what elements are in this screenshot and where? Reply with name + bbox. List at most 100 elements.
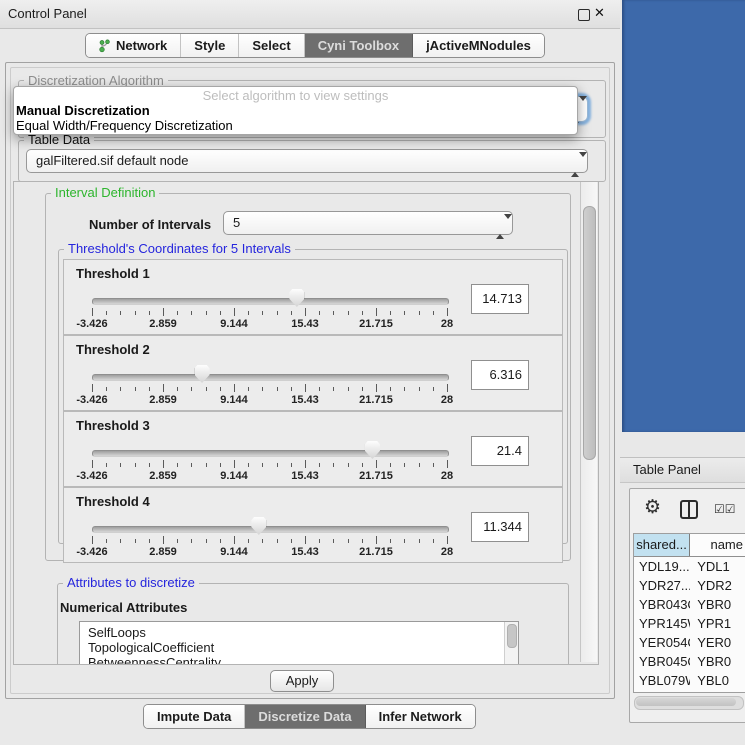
attribute-list-item[interactable]: SelfLoops	[80, 625, 505, 640]
table-row[interactable]: YBR045CYBR0	[634, 652, 745, 671]
scale-label: 2.859	[149, 394, 177, 406]
tab-network[interactable]: Network	[86, 34, 181, 57]
scale-label: 21.715	[359, 546, 393, 558]
number-of-intervals-spinner[interactable]: 5	[223, 211, 513, 235]
tick-mark	[447, 384, 448, 392]
dropdown-option-manual-discretization[interactable]: Manual Discretization	[16, 103, 150, 118]
dropdown-option-equal-width[interactable]: Equal Width/Frequency Discretization	[16, 118, 233, 133]
table-row[interactable]: YPR145WYPR1	[634, 614, 745, 633]
threshold-value-field[interactable]: 6.316	[471, 360, 529, 390]
tick-mark	[135, 539, 136, 543]
scale-label: 2.859	[149, 318, 177, 330]
tick-mark	[419, 387, 420, 391]
threshold-value-field[interactable]: 21.4	[471, 436, 529, 466]
column-selector-icon[interactable]	[680, 500, 698, 519]
scrollbar-thumb[interactable]	[583, 206, 596, 460]
table-row[interactable]: YER054CYER0	[634, 633, 745, 652]
checkbox-icons[interactable]: ☑☑	[714, 502, 736, 516]
node-table[interactable]: shared... name YDL19...YDL1YDR27...YDR2Y…	[633, 533, 745, 693]
threshold-row: Threshold 3-3.4262.8599.14415.4321.71528…	[63, 411, 563, 487]
table-panel-toolbar: ⚙ ☑☑	[630, 489, 745, 529]
slider-scale-labels: -3.4262.8599.14415.4321.71528	[92, 394, 447, 406]
tick-mark	[305, 460, 306, 468]
tick-mark	[120, 311, 121, 315]
slider-track[interactable]	[92, 526, 449, 533]
tick-mark	[333, 539, 334, 543]
table-row[interactable]: YDL19...YDL1	[634, 557, 745, 576]
tab-infer-network[interactable]: Infer Network	[366, 705, 475, 728]
tick-mark	[177, 387, 178, 391]
scale-label: 28	[441, 394, 453, 406]
table-row[interactable]: YDR27...YDR2	[634, 576, 745, 595]
tab-label: Network	[116, 34, 167, 57]
tick-mark	[319, 387, 320, 391]
combo-arrows-icon	[571, 154, 579, 176]
table-row[interactable]: YBL079WYBL0	[634, 671, 745, 690]
column-header-shared-name[interactable]: shared...	[634, 534, 690, 556]
attribute-list-item[interactable]: TopologicalCoefficient	[80, 640, 505, 655]
tick-mark	[404, 311, 405, 315]
algorithm-dropdown-popup: Select algorithm to view settings Manual…	[13, 86, 578, 135]
tab-label: jActiveMNodules	[426, 34, 531, 57]
table-horizontal-scrollbar[interactable]	[634, 696, 744, 710]
threshold-value-field[interactable]: 14.713	[471, 284, 529, 314]
cell-name: YLR3	[690, 690, 745, 693]
tab-cyni-toolbox[interactable]: Cyni Toolbox	[305, 34, 413, 57]
slider-ticks	[92, 308, 447, 317]
table-data-combobox[interactable]: galFiltered.sif default node	[26, 149, 588, 173]
tick-mark	[390, 311, 391, 315]
float-window-icon[interactable]	[578, 9, 590, 21]
table-row[interactable]: YLR345WYLR3	[634, 690, 745, 693]
table-row[interactable]: YBR043CYBR0	[634, 595, 745, 614]
slider-track[interactable]	[92, 298, 449, 305]
tab-style[interactable]: Style	[181, 34, 239, 57]
dropdown-hint: Select algorithm to view settings	[14, 88, 577, 103]
cell-name: YBR0	[690, 652, 745, 671]
scrollbar-thumb[interactable]	[636, 698, 736, 706]
scale-label: -3.426	[76, 318, 107, 330]
tab-label: Style	[194, 34, 225, 57]
slider-scale-labels: -3.4262.8599.14415.4321.71528	[92, 470, 447, 482]
numerical-attributes-list[interactable]: SelfLoopsTopologicalCoefficientBetweenne…	[79, 621, 519, 665]
tick-mark	[163, 308, 164, 316]
tick-mark	[447, 460, 448, 468]
attributes-list-scrollbar[interactable]	[504, 622, 518, 665]
tab-discretize-data[interactable]: Discretize Data	[245, 705, 365, 728]
apply-button[interactable]: Apply	[270, 670, 334, 692]
tab-jactivemnodules[interactable]: jActiveMNodules	[413, 34, 544, 57]
close-icon[interactable]: ✕	[594, 5, 605, 21]
tick-mark	[291, 387, 292, 391]
tick-mark	[362, 463, 363, 467]
tick-mark	[433, 463, 434, 467]
attribute-list-item[interactable]: BetweennessCentrality	[80, 655, 505, 665]
cell-name: YBL0	[690, 671, 745, 690]
tick-mark	[362, 539, 363, 543]
gear-icon[interactable]: ⚙	[644, 496, 661, 519]
tick-mark	[376, 536, 377, 544]
slider-track[interactable]	[92, 450, 449, 457]
scrollbar-thumb[interactable]	[507, 624, 517, 648]
tick-mark	[376, 384, 377, 392]
column-header-name[interactable]: name	[690, 534, 745, 556]
tick-mark	[319, 539, 320, 543]
tick-mark	[291, 463, 292, 467]
tick-mark	[106, 539, 107, 543]
scale-label: 9.144	[220, 470, 248, 482]
network-view-frame: GAL80GACGAL11GAL4GCY1HHAP2	[622, 0, 745, 432]
tick-mark	[206, 311, 207, 315]
tab-impute-data[interactable]: Impute Data	[144, 705, 245, 728]
spinner-arrows-icon	[496, 216, 504, 238]
settings-vertical-scrollbar[interactable]	[580, 182, 597, 662]
threshold-row: Threshold 4-3.4262.8599.14415.4321.71528…	[63, 487, 563, 563]
tick-mark	[333, 387, 334, 391]
cell-name: YER0	[690, 633, 745, 652]
tick-mark	[135, 387, 136, 391]
tick-mark	[220, 387, 221, 391]
tab-select[interactable]: Select	[239, 34, 304, 57]
threshold-value-field[interactable]: 11.344	[471, 512, 529, 542]
tick-mark	[419, 311, 420, 315]
table-panel-title: Table Panel	[633, 462, 701, 477]
tick-mark	[305, 308, 306, 316]
tick-mark	[220, 463, 221, 467]
slider-track[interactable]	[92, 374, 449, 381]
